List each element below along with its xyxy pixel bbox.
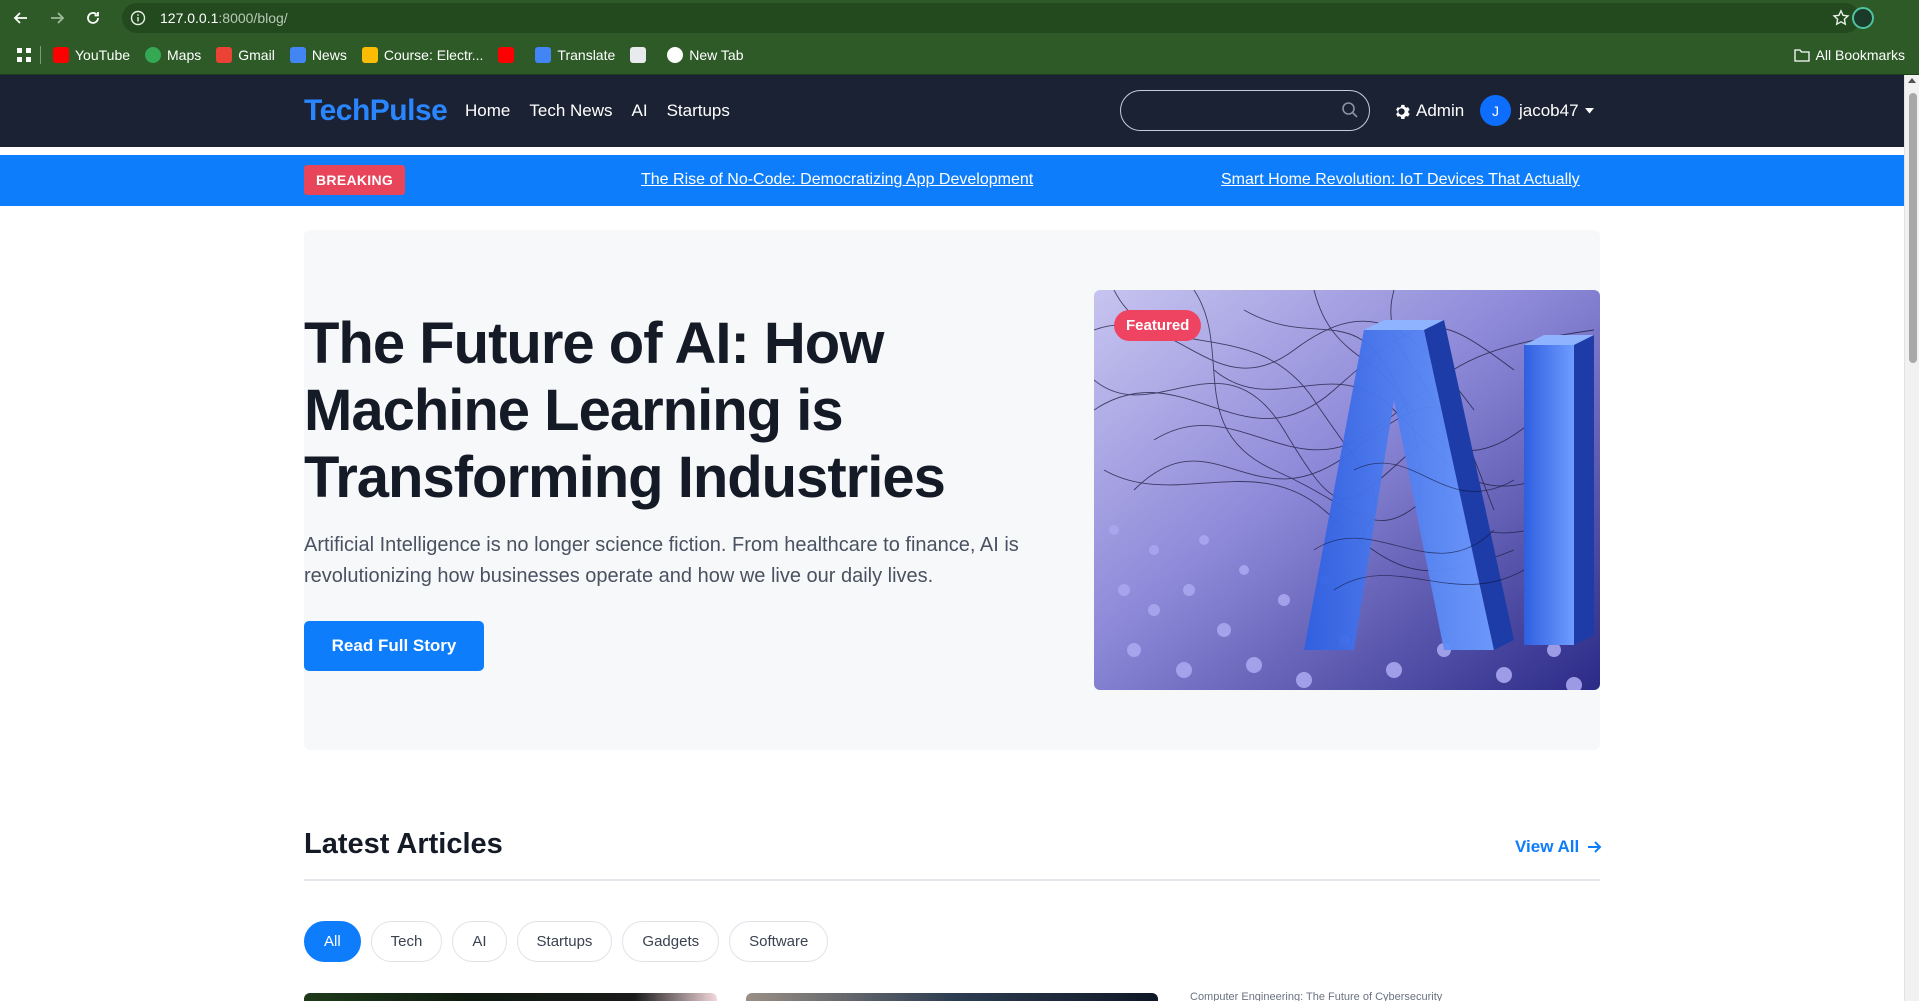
filter-tech[interactable]: Tech [370, 921, 443, 962]
reload-icon [87, 12, 99, 24]
youtube-icon [53, 47, 69, 63]
article-card-image[interactable] [746, 993, 1158, 1001]
bookmark-label: News [311, 47, 347, 63]
bookmark-label: YouTube [75, 47, 131, 63]
hero-description: Artificial Intelligence is no longer sci… [304, 534, 1019, 587]
filter-software[interactable]: Software [729, 921, 829, 962]
extension-icon[interactable] [1852, 7, 1874, 29]
caret-down-icon [1584, 108, 1594, 114]
all-bookmarks-button[interactable]: All Bookmarks [1793, 47, 1905, 63]
featured-badge: Featured [1114, 310, 1202, 341]
bookmark-list: YouTube Maps Gmail News Course: Electr... Tra… [53, 47, 758, 63]
avatar[interactable]: J [1480, 95, 1511, 126]
view-all-label: View All [1515, 837, 1580, 856]
section-divider [304, 879, 1600, 881]
youtube-icon [498, 47, 515, 63]
bookmark-label: Translate [557, 47, 616, 63]
newtab-icon [667, 47, 684, 63]
forward-button[interactable] [42, 3, 72, 33]
star-icon[interactable] [1832, 9, 1850, 27]
filter-all[interactable]: All [304, 921, 361, 962]
read-full-story-button[interactable]: Read Full Story [304, 621, 484, 671]
bookmark-item[interactable]: News [289, 47, 347, 63]
ai-illustration [1094, 290, 1600, 690]
hero-title[interactable]: The Future of AI: How Machine Learning i… [304, 310, 1024, 511]
url-host: 127.0.0.1 [160, 10, 219, 26]
category-filters: All Tech AI Startups Gadgets Software [304, 921, 829, 962]
username-label: jacob47 [1519, 101, 1579, 120]
bookmark-item[interactable] [498, 47, 520, 63]
bookmark-item[interactable]: Translate [535, 47, 615, 63]
breaking-badge: BREAKING [304, 165, 406, 195]
latest-articles-heading: Latest Articles [304, 828, 503, 860]
info-icon[interactable] [130, 10, 146, 26]
maps-icon [145, 47, 162, 63]
bookmark-label: Maps [167, 47, 202, 63]
bookmark-item[interactable]: Gmail [216, 47, 275, 63]
course-icon [361, 47, 378, 63]
scroll-thumb[interactable] [1909, 93, 1917, 363]
gmail-icon [216, 47, 233, 63]
bookmark-label: Gmail [238, 47, 275, 63]
arrow-left-icon [13, 12, 27, 24]
user-menu[interactable]: jacob47 [1519, 101, 1594, 121]
arrow-right-icon [1588, 841, 1602, 853]
hero-section: The Future of AI: How Machine Learning i… [304, 230, 1600, 750]
view-all-link[interactable]: View All [1515, 837, 1602, 857]
hero-image[interactable]: Featured [1094, 290, 1600, 690]
nav-links: Home Tech News AI Startups [465, 101, 730, 121]
bookmark-item[interactable] [630, 47, 652, 63]
arrow-right-icon [51, 12, 65, 24]
apps-grid-icon [17, 48, 31, 62]
news-icon [289, 47, 306, 63]
gear-icon [1396, 104, 1410, 119]
filter-ai[interactable]: AI [452, 921, 507, 962]
url-path: :8000/blog/ [218, 10, 288, 26]
apps-button[interactable] [16, 47, 32, 63]
bookmarks-bar: YouTube Maps Gmail News Course: Electr... Tra… [0, 36, 1919, 75]
search-icon[interactable] [1341, 101, 1359, 119]
docs-icon [630, 47, 647, 63]
filter-startups[interactable]: Startups [516, 921, 613, 962]
admin-label: Admin [1416, 101, 1465, 120]
nav-link-startups[interactable]: Startups [667, 101, 730, 121]
browser-toolbar: 127.0.0.1:8000/blog/ [0, 0, 1919, 36]
article-card-image[interactable] [304, 993, 717, 1001]
breaking-news-bar: BREAKING The Rise of No-Code: Democratiz… [0, 155, 1904, 206]
filter-gadgets[interactable]: Gadgets [622, 921, 720, 962]
folder-icon [1793, 49, 1810, 62]
reload-button[interactable] [78, 3, 108, 33]
page-scrollbar[interactable] [1904, 75, 1919, 1001]
nav-link-home[interactable]: Home [465, 101, 510, 121]
breaking-link[interactable]: The Rise of No-Code: Democratizing App D… [641, 171, 1033, 189]
breaking-link[interactable]: Smart Home Revolution: IoT Devices That … [1221, 171, 1580, 189]
search-input[interactable] [1120, 90, 1370, 131]
scroll-up-arrow[interactable] [1908, 78, 1916, 83]
back-button[interactable] [6, 3, 36, 33]
bookmark-item[interactable]: YouTube [53, 47, 130, 63]
nav-link-tech-news[interactable]: Tech News [529, 101, 612, 121]
site-navbar: TechPulse Home Tech News AI Startups Adm… [0, 75, 1904, 147]
admin-link[interactable]: Admin [1393, 101, 1464, 121]
bookmark-label: New Tab [689, 47, 744, 63]
all-bookmarks-label: All Bookmarks [1815, 47, 1905, 63]
bookmark-label: Course: Electr... [383, 47, 484, 63]
bookmark-separator [40, 46, 41, 64]
url-text[interactable]: 127.0.0.1:8000/blog/ [160, 10, 288, 26]
bookmark-item[interactable]: Maps [145, 47, 201, 63]
bookmark-item[interactable]: Course: Electr... [361, 47, 484, 63]
article-card-image-alt[interactable]: Computer Engineering: The Future of Cybe… [1190, 991, 1442, 1001]
address-bar[interactable]: 127.0.0.1:8000/blog/ [122, 3, 1860, 33]
nav-link-ai[interactable]: AI [632, 101, 648, 121]
site-logo[interactable]: TechPulse [304, 94, 448, 128]
translate-icon [535, 47, 552, 63]
bookmark-item[interactable]: New Tab [667, 47, 743, 63]
